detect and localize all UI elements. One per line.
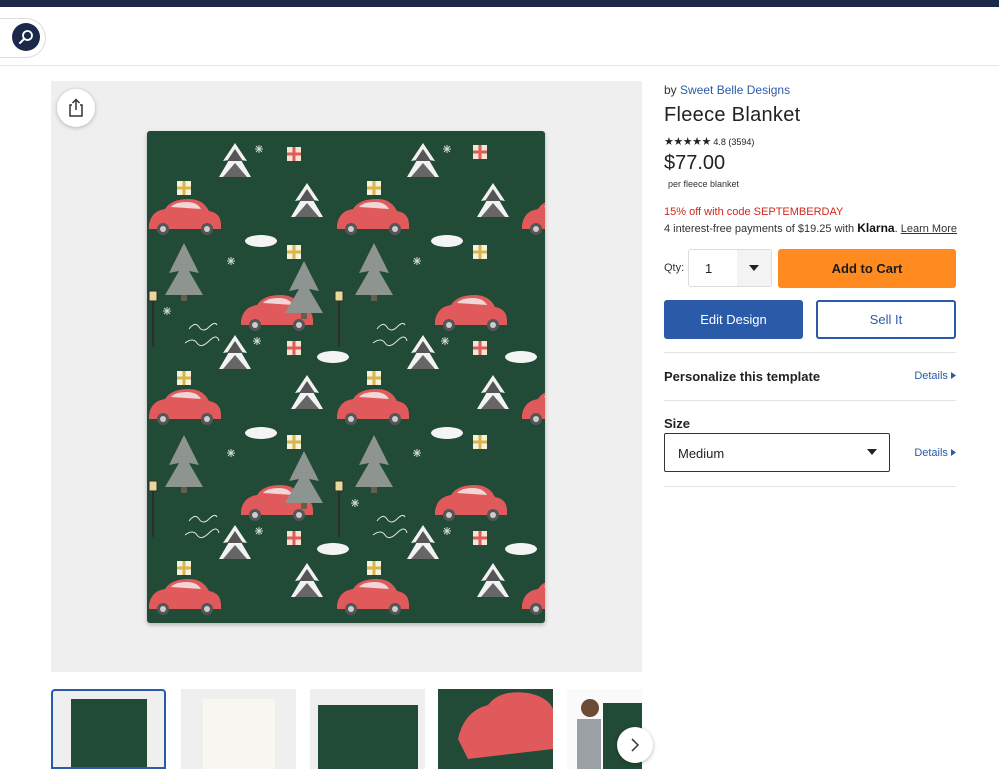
details-label: Details	[914, 370, 948, 382]
size-value: Medium	[678, 446, 725, 461]
add-to-cart-button[interactable]: Add to Cart	[778, 249, 956, 288]
thumbnail-3[interactable]	[310, 689, 425, 769]
christmas-car-pattern	[148, 143, 545, 615]
divider	[664, 400, 956, 401]
caret-right-icon	[951, 372, 956, 379]
chevron-right-icon	[631, 738, 640, 752]
thumbnail-2[interactable]	[181, 689, 296, 769]
blanket-pattern	[147, 131, 545, 623]
rating[interactable]: ★★★★★ 4.8 (3594)	[664, 135, 754, 148]
next-thumbnail-button[interactable]	[617, 727, 653, 763]
personalize-details-link[interactable]: Details	[914, 370, 956, 382]
byline-prefix: by	[664, 83, 677, 97]
divider	[664, 486, 956, 487]
size-details-link[interactable]: Details	[914, 447, 956, 459]
thumbnail-4[interactable]	[438, 689, 553, 769]
size-label: Size	[664, 416, 691, 431]
thumbnail-strip	[51, 689, 653, 769]
review-count: (3594)	[728, 137, 755, 147]
product-main-image[interactable]	[51, 81, 642, 672]
thumbnail-1[interactable]	[51, 689, 166, 769]
promo-text: 15% off with code SEPTEMBERDAY	[664, 206, 844, 218]
caret-down-icon	[867, 449, 877, 455]
caret-right-icon	[951, 449, 956, 456]
qty-label: Qty:	[664, 262, 685, 274]
klarna-period: .	[894, 223, 898, 235]
share-button[interactable]	[57, 89, 95, 127]
qty-select[interactable]: 1	[688, 249, 772, 287]
byline: by Sweet Belle Designs	[664, 83, 790, 97]
klarna-line: 4 interest-free payments of $19.25 with …	[664, 221, 957, 235]
caret-down-icon	[749, 265, 759, 271]
product-title: Fleece Blanket	[664, 104, 801, 126]
top-brand-bar	[0, 0, 999, 7]
edit-design-button[interactable]: Edit Design	[664, 300, 803, 339]
personalize-title: Personalize this template	[664, 369, 821, 384]
klarna-logo: Klarna	[857, 221, 895, 235]
rating-stars: ★★★★★	[664, 136, 711, 148]
search-button[interactable]	[12, 23, 40, 51]
size-select[interactable]: Medium	[664, 433, 890, 472]
qty-value: 1	[705, 261, 713, 276]
rating-value: 4.8	[713, 137, 726, 147]
site-header	[0, 7, 999, 66]
seller-link[interactable]: Sweet Belle Designs	[680, 83, 790, 97]
details-label: Details	[914, 447, 948, 459]
sell-it-button[interactable]: Sell It	[816, 300, 956, 339]
share-icon	[69, 98, 83, 117]
klarna-text: 4 interest-free payments of $19.25 with	[664, 223, 855, 235]
learn-more-link[interactable]: Learn More	[901, 223, 957, 235]
divider	[664, 352, 956, 353]
qty-dropdown-arrow[interactable]	[737, 250, 771, 286]
product-price: $77.00	[664, 152, 726, 174]
search-icon	[19, 30, 33, 44]
price-unit: per fleece blanket	[668, 179, 740, 189]
